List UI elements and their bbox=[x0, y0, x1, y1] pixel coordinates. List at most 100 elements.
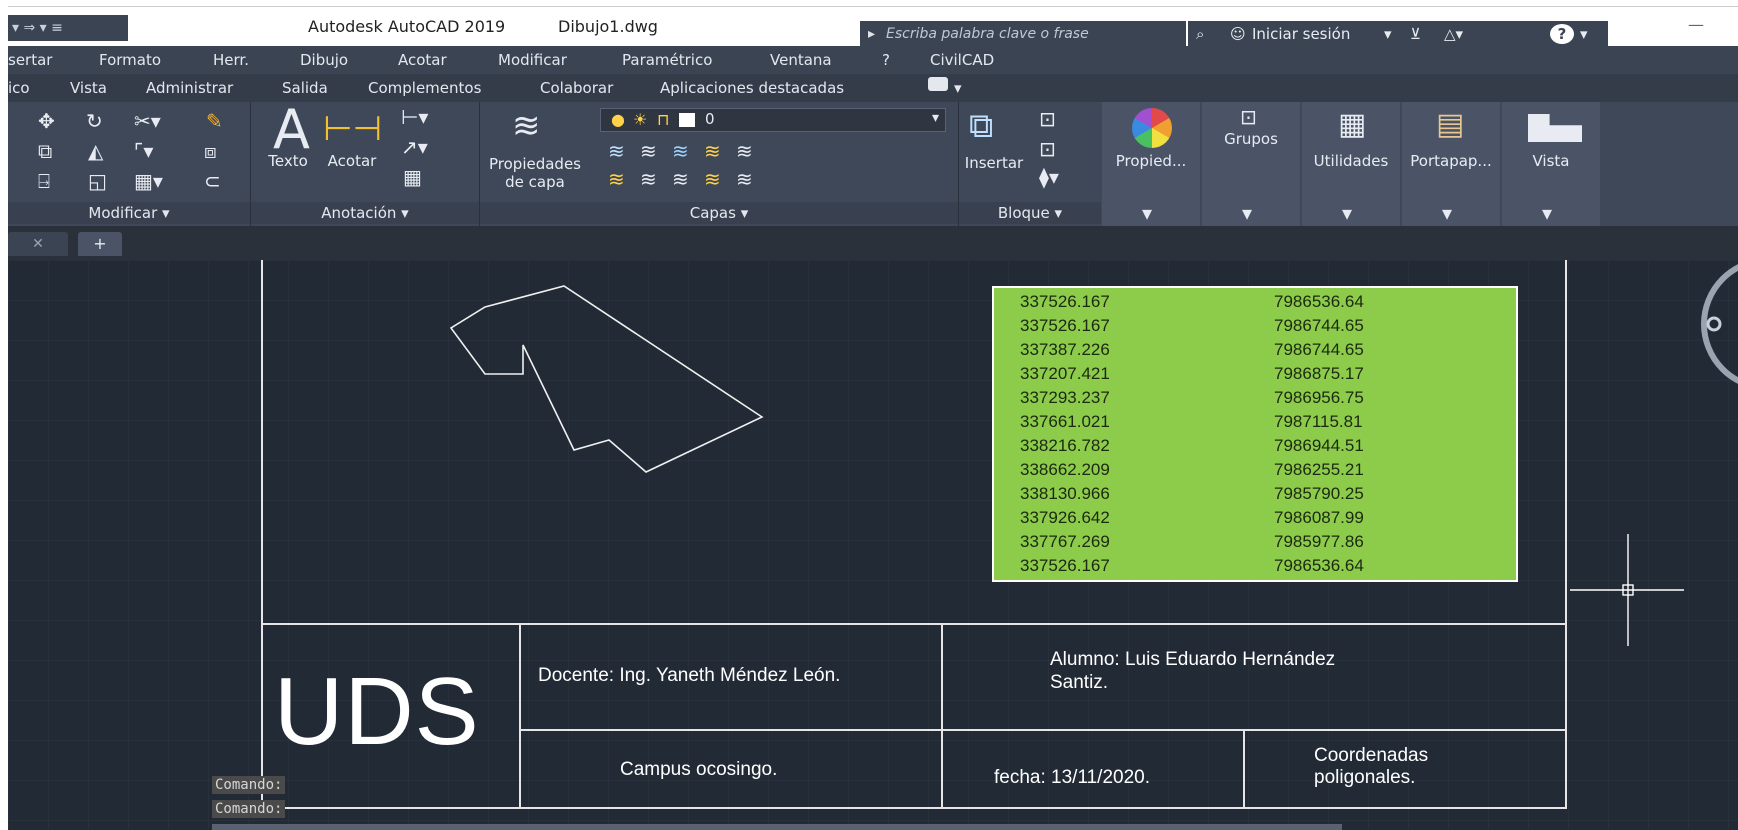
dimension-icon[interactable]: ⊢⊣ bbox=[323, 110, 382, 148]
close-tab-icon[interactable]: ✕ bbox=[8, 232, 68, 256]
cart-icon[interactable]: ⊻ bbox=[1410, 21, 1421, 47]
panel-portapapeles[interactable]: ▤ Portapap... ▾ bbox=[1402, 102, 1500, 226]
dropdown-arrow-icon[interactable]: ▾ bbox=[1242, 202, 1252, 224]
app-title: Autodesk AutoCAD 2019 bbox=[308, 17, 506, 36]
tab-administrar[interactable]: Administrar bbox=[146, 79, 233, 97]
layer-tool-icon[interactable]: ≋ bbox=[704, 168, 721, 190]
table-row: 337526.167 7986536.64 bbox=[994, 554, 1516, 578]
layer-tool-icon[interactable]: ≋ bbox=[672, 140, 689, 162]
panel-title-modificar[interactable]: Modificar ▾ bbox=[8, 202, 250, 224]
tab-vista[interactable]: Vista bbox=[70, 79, 107, 97]
mirror-icon[interactable]: ◭ bbox=[88, 140, 103, 162]
coordinates-table[interactable]: 337526.167 7986536.64 337526.167 7986744… bbox=[992, 286, 1518, 582]
menu-acotar[interactable]: Acotar bbox=[398, 51, 447, 69]
layer-tool-icon[interactable]: ≋ bbox=[640, 168, 657, 190]
copy-icon[interactable]: ⧉ bbox=[38, 140, 52, 162]
layer-tool-icon[interactable]: ≋ bbox=[736, 140, 753, 162]
dropdown-arrow-icon[interactable]: ▾ bbox=[1142, 202, 1152, 224]
expand-arrow-icon[interactable]: ▸ bbox=[868, 21, 875, 47]
layer-dropdown[interactable]: ● ☀ ⊓ 0 ▾ bbox=[600, 108, 946, 132]
tab-complementos[interactable]: Complementos bbox=[368, 79, 481, 97]
tab-aplicaciones-destacadas[interactable]: Aplicaciones destacadas bbox=[660, 79, 844, 97]
panel-grupos[interactable]: ⊡ Grupos ▾ bbox=[1202, 102, 1300, 226]
menu-parametrico[interactable]: Paramétrico bbox=[622, 51, 712, 69]
dropdown-arrow-icon[interactable]: ▾ bbox=[1442, 202, 1452, 224]
table-icon[interactable]: ▦ bbox=[403, 166, 422, 188]
sign-in-link[interactable]: Iniciar sesión bbox=[1252, 21, 1350, 47]
tab-grafico[interactable]: ico bbox=[8, 79, 30, 97]
ribbon-toggle-dropdown-icon[interactable]: ▾ bbox=[954, 79, 962, 97]
table-row: 337526.167 7986744.65 bbox=[994, 314, 1516, 338]
coord-x: 338130.966 bbox=[1020, 484, 1110, 503]
scale-icon[interactable]: ◱ bbox=[88, 170, 107, 192]
menu-dibujo[interactable]: Dibujo bbox=[300, 51, 348, 69]
ribbon-toggle-icon[interactable] bbox=[928, 77, 948, 91]
menu-formato[interactable]: Formato bbox=[99, 51, 161, 69]
docente-text: Docente: Ing. Yaneth Méndez León. bbox=[538, 665, 841, 686]
erase-icon[interactable]: ✎ bbox=[206, 110, 223, 132]
tab-colaborar[interactable]: Colaborar bbox=[540, 79, 613, 97]
offset-icon[interactable]: ⊂ bbox=[204, 170, 221, 192]
dropdown-arrow-icon[interactable]: ▾ bbox=[932, 110, 939, 126]
layer-tool-icon[interactable]: ≋ bbox=[736, 168, 753, 190]
panel-utilidades[interactable]: ▦ Utilidades ▾ bbox=[1302, 102, 1400, 226]
menu-ventana[interactable]: Ventana bbox=[770, 51, 832, 69]
dropdown-arrow-icon[interactable]: ▾ bbox=[1342, 202, 1352, 224]
dropdown-arrow-icon[interactable]: ▾ bbox=[1384, 21, 1392, 47]
layer-properties-icon[interactable]: ≋ bbox=[512, 106, 541, 146]
search-input[interactable]: ▸ Escriba palabra clave o frase bbox=[860, 21, 1186, 47]
acotar-button[interactable]: Acotar bbox=[317, 152, 387, 170]
minimize-button[interactable]: — bbox=[1688, 15, 1704, 34]
rotate-icon[interactable]: ↻ bbox=[86, 110, 103, 132]
panel-title-anotacion[interactable]: Anotación ▾ bbox=[251, 202, 479, 224]
layer-properties-line1[interactable]: Propiedades bbox=[480, 154, 590, 174]
layer-tool-icon[interactable]: ≋ bbox=[704, 140, 721, 162]
block-attribute-icon[interactable]: ⧫▾ bbox=[1039, 166, 1059, 188]
menu-civilcad[interactable]: CivilCAD bbox=[930, 51, 994, 69]
menu-help[interactable]: ? bbox=[882, 51, 890, 69]
coord-y: 7986536.64 bbox=[1274, 556, 1364, 575]
dropdown-arrow-icon[interactable]: ▾ bbox=[1542, 202, 1552, 224]
panel-propiedades[interactable]: Propied... ▾ bbox=[1102, 102, 1200, 226]
coord-y: 7986956.75 bbox=[1274, 388, 1364, 407]
explode-icon[interactable]: ⧈ bbox=[204, 140, 217, 162]
quick-access-toolbar[interactable]: ▾ ⇒ ▾ ≡ bbox=[8, 15, 128, 41]
text-tool-icon[interactable]: A bbox=[273, 100, 310, 160]
insert-block-icon[interactable]: ⧉ bbox=[969, 106, 993, 146]
edit-block-icon[interactable]: ⊡ bbox=[1039, 138, 1056, 160]
new-tab-button[interactable]: + bbox=[78, 232, 122, 256]
uds-logo-text: UDS bbox=[274, 658, 480, 765]
move-icon[interactable]: ✥ bbox=[38, 110, 55, 132]
coord-x: 337387.226 bbox=[1020, 340, 1110, 359]
layer-tool-icon[interactable]: ≋ bbox=[672, 168, 689, 190]
table-row: 337661.021 7987115.81 bbox=[994, 410, 1516, 434]
panel-vista[interactable]: Vista ▾ bbox=[1502, 102, 1600, 226]
autodesk-app-icon[interactable]: △▾ bbox=[1444, 21, 1463, 47]
command-input[interactable] bbox=[212, 824, 1342, 830]
menu-modificar[interactable]: Modificar bbox=[498, 51, 567, 69]
layer-tool-icon[interactable]: ≋ bbox=[608, 168, 625, 190]
panel-title-bloque[interactable]: Bloque ▾ bbox=[959, 202, 1101, 224]
menu-insertar[interactable]: sertar bbox=[8, 51, 52, 69]
tab-salida[interactable]: Salida bbox=[282, 79, 328, 97]
layer-tool-icon[interactable]: ≋ bbox=[640, 140, 657, 162]
leader-icon[interactable]: ↗▾ bbox=[401, 136, 428, 158]
panel-title-capas[interactable]: Capas ▾ bbox=[480, 202, 958, 224]
help-icon[interactable]: ? bbox=[1550, 24, 1574, 44]
clipboard-icon: ▤ bbox=[1436, 107, 1465, 142]
binoculars-icon[interactable]: ⌕ bbox=[1196, 21, 1204, 47]
create-block-icon[interactable]: ⊡ bbox=[1039, 108, 1056, 130]
title-bar: ▾ ⇒ ▾ ≡ Autodesk AutoCAD 2019 Dibujo1.dw… bbox=[8, 6, 1738, 47]
insertar-button[interactable]: Insertar bbox=[959, 154, 1029, 172]
stretch-icon[interactable]: ⍈ bbox=[38, 170, 50, 192]
fillet-icon[interactable]: ⌜▾ bbox=[134, 140, 153, 162]
user-icon[interactable]: ☺ bbox=[1230, 21, 1246, 47]
help-dropdown-icon[interactable]: ▾ bbox=[1580, 21, 1588, 47]
menu-herr[interactable]: Herr. bbox=[213, 51, 249, 69]
trim-icon[interactable]: ✂▾ bbox=[134, 110, 161, 132]
array-icon[interactable]: ▦▾ bbox=[134, 170, 163, 192]
drawing-canvas[interactable]: 337526.167 7986536.64 337526.167 7986744… bbox=[8, 260, 1738, 830]
texto-button[interactable]: Texto bbox=[253, 152, 323, 170]
layer-tool-icon[interactable]: ≋ bbox=[608, 140, 625, 162]
linear-dim-icon[interactable]: ⊢▾ bbox=[401, 106, 428, 128]
